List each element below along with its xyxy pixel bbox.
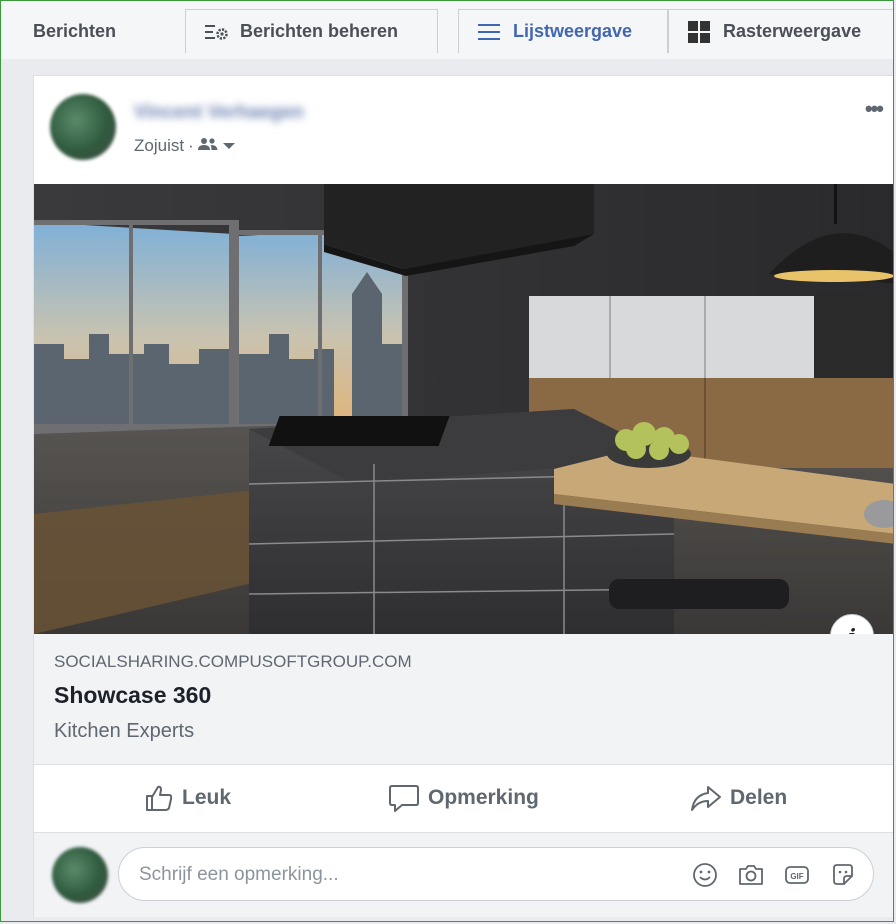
share-button[interactable]: Delen (690, 764, 787, 832)
manage-settings-icon (204, 23, 228, 41)
meta-separator: · (188, 136, 194, 155)
tab-list-label: Lijstweergave (513, 21, 633, 41)
post-actions: Leuk Opmerking Delen (34, 764, 893, 833)
grid-view-icon (687, 20, 711, 44)
svg-text:GIF: GIF (790, 872, 803, 881)
window-frame: Berichten Berichten beheren Lijstweergav… (0, 0, 894, 922)
tab-grid-label: Rasterweergave (723, 21, 862, 41)
thumbs-up-icon (146, 785, 173, 811)
emoji-icon[interactable] (689, 862, 721, 888)
poster-name[interactable]: Vincent Verhaegen (134, 102, 304, 124)
like-button[interactable]: Leuk (144, 764, 231, 832)
comment-label: Opmerking (428, 786, 539, 809)
gif-icon[interactable]: GIF (781, 862, 813, 888)
link-preview[interactable]: SOCIALSHARING.COMPUSOFTGROUP.COM Showcas… (34, 634, 893, 765)
list-view-icon (477, 22, 501, 42)
more-horizontal-icon[interactable]: ••• (865, 96, 884, 122)
link-title[interactable]: Showcase 360 (54, 682, 211, 709)
post-card: Vincent Verhaegen Zojuist · ••• SOCIALSH… (33, 75, 893, 917)
link-domain: SOCIALSHARING.COMPUSOFTGROUP.COM (54, 652, 412, 671)
poster-avatar[interactable] (50, 94, 116, 160)
comment-composer: GIF (34, 833, 893, 917)
comment-icon (389, 785, 419, 812)
friends-icon[interactable] (197, 136, 218, 156)
tab-title-berichten: Berichten (33, 21, 117, 41)
tab-list-view[interactable]: Lijstweergave (458, 9, 668, 53)
camera-icon[interactable] (735, 862, 767, 888)
sticker-icon[interactable] (827, 862, 859, 888)
link-description: Kitchen Experts (54, 720, 195, 742)
chevron-down-icon[interactable] (222, 136, 236, 156)
post-image[interactable] (34, 184, 893, 634)
composer-icons: GIF (689, 862, 859, 888)
comment-box[interactable]: GIF (118, 847, 874, 901)
share-label: Delen (730, 786, 788, 809)
post-meta: Zojuist · (134, 136, 236, 156)
share-icon (691, 786, 721, 811)
post-tabs-bar: Berichten Berichten beheren Lijstweergav… (1, 1, 893, 59)
tab-manage-posts[interactable]: Berichten beheren (185, 9, 438, 53)
commenter-avatar (52, 847, 108, 903)
tab-grid-view[interactable]: Rasterweergave (668, 9, 893, 53)
post-timestamp[interactable]: Zojuist (134, 136, 184, 156)
comment-input[interactable] (139, 862, 659, 888)
comment-button[interactable]: Opmerking (388, 764, 539, 832)
like-label: Leuk (182, 786, 232, 809)
tab-manage-label: Berichten beheren (240, 21, 399, 41)
